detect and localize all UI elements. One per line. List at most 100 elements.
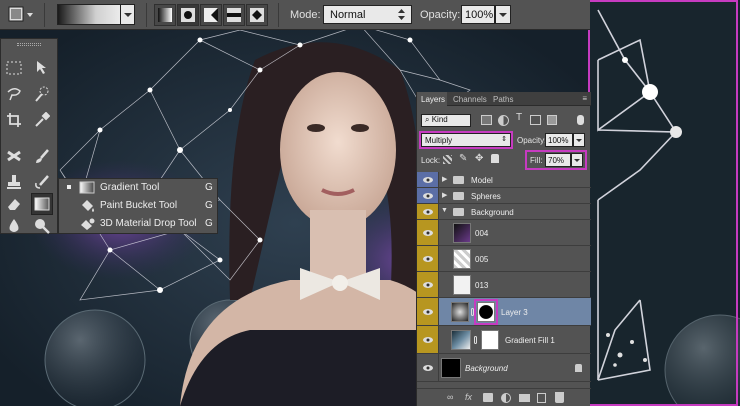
layer-row[interactable]: ▶ Spheres <box>417 188 591 204</box>
options-bar: Mode: Normal Opacity: 100% <box>0 0 590 30</box>
folder-open-icon <box>453 208 464 216</box>
visibility-eye-icon[interactable] <box>417 172 439 187</box>
lock-label: Lock: <box>421 156 441 165</box>
layer-row[interactable]: 005 <box>417 246 591 272</box>
layer-row[interactable]: 013 <box>417 272 591 298</box>
panel-tabs: Layers Channels Paths ≡ <box>417 92 591 106</box>
link-layers-icon[interactable]: ∞ <box>447 392 453 402</box>
layer-row[interactable]: ▶ Model <box>417 172 591 188</box>
separator <box>146 3 147 27</box>
expand-arrow-icon[interactable]: ▶ <box>442 175 447 183</box>
layer-opacity-value: 100% <box>548 136 569 145</box>
flyout-label: Paint Bucket Tool <box>100 200 178 211</box>
tab-channels[interactable]: Channels <box>449 92 489 106</box>
gradient-tool-preset-icon[interactable] <box>6 4 36 25</box>
visibility-eye-icon[interactable] <box>417 188 439 203</box>
gradient-tool-icon <box>79 181 95 193</box>
filter-type-icon[interactable]: T <box>516 112 522 123</box>
layer-style-fx-icon[interactable]: fx <box>465 392 472 402</box>
layer-name: Background <box>471 208 514 217</box>
angle-gradient-button[interactable] <box>200 4 222 26</box>
layer-opacity-input[interactable]: 100% <box>545 133 573 147</box>
radial-gradient-button[interactable] <box>177 4 199 26</box>
quick-selection-tool-icon[interactable] <box>31 83 53 105</box>
eyedropper-tool-icon[interactable] <box>31 109 53 131</box>
layer-name: Gradient Fill 1 <box>505 336 555 345</box>
lock-position-icon[interactable]: ✥ <box>475 153 483 164</box>
brush-tool-icon[interactable] <box>31 145 53 167</box>
opacity-dropdown-button[interactable] <box>495 5 511 24</box>
add-mask-icon[interactable] <box>483 393 493 402</box>
separator <box>278 3 279 27</box>
layer-filter-kind[interactable]: ⌕ Kind <box>421 114 471 127</box>
link-chain-icon[interactable] <box>474 336 477 344</box>
mode-value: Normal <box>330 8 366 21</box>
eraser-tool-icon[interactable] <box>3 193 25 215</box>
lasso-tool-icon[interactable] <box>3 83 25 105</box>
diamond-gradient-button[interactable] <box>246 4 268 26</box>
tab-paths[interactable]: Paths <box>489 92 521 106</box>
filter-adjustment-icon[interactable] <box>498 115 509 126</box>
layer-opacity-dropdown[interactable] <box>573 133 585 147</box>
filter-toggle-icon[interactable] <box>577 115 584 125</box>
layer-row-selected[interactable]: Layer 3 <box>417 298 591 326</box>
tools-panel-grip[interactable] <box>17 43 41 46</box>
move-tool-icon[interactable] <box>31 57 53 79</box>
blur-tool-icon[interactable] <box>3 215 25 237</box>
layer-row[interactable]: ▼ Background <box>417 204 591 220</box>
dodge-tool-icon[interactable] <box>31 215 53 237</box>
gradient-tool-icon[interactable] <box>31 193 53 215</box>
expand-arrow-icon[interactable]: ▶ <box>442 191 447 199</box>
new-layer-icon[interactable] <box>537 393 546 403</box>
filter-smart-object-icon[interactable] <box>547 115 557 125</box>
visibility-eye-icon[interactable] <box>417 220 439 245</box>
layer-row[interactable]: Gradient Fill 1 <box>417 326 591 354</box>
chevron-down-icon <box>499 13 507 17</box>
layer-mask-thumbnail[interactable] <box>481 330 499 350</box>
layer-row[interactable]: Background <box>417 354 591 382</box>
flyout-item-gradient-tool[interactable]: Gradient Tool G <box>59 179 217 196</box>
tab-layers[interactable]: Layers <box>417 92 447 106</box>
adjustment-layer-icon[interactable] <box>501 393 511 403</box>
selected-bullet-icon <box>67 185 71 189</box>
layer-thumbnail <box>453 249 471 269</box>
flyout-item-3d-material-drop-tool[interactable]: 3D Material Drop Tool G <box>59 215 217 232</box>
paint-bucket-icon <box>82 199 94 212</box>
flyout-item-paint-bucket-tool[interactable]: Paint Bucket Tool G <box>59 197 217 214</box>
gradient-tool-flyout: Gradient Tool G Paint Bucket Tool G 3D M… <box>58 178 218 234</box>
filter-shape-icon[interactable] <box>530 115 541 125</box>
layers-panel: Layers Channels Paths ≡ ⌕ Kind T Multipl… <box>416 92 591 406</box>
reflected-gradient-button[interactable] <box>223 4 245 26</box>
mode-select[interactable]: Normal <box>323 5 412 24</box>
layer-name: Model <box>471 176 493 185</box>
filter-pixel-icon[interactable] <box>481 115 492 125</box>
visibility-eye-icon[interactable] <box>417 204 439 219</box>
marquee-tool-icon[interactable] <box>3 57 25 79</box>
lock-transparent-icon[interactable] <box>443 155 452 164</box>
history-brush-tool-icon[interactable] <box>31 171 53 193</box>
layer-row[interactable]: 004 <box>417 220 591 246</box>
filter-kind-value: Kind <box>431 115 448 124</box>
visibility-eye-icon[interactable] <box>417 272 439 297</box>
layer-thumbnail <box>451 302 469 322</box>
linear-gradient-button[interactable] <box>154 4 176 26</box>
visibility-eye-icon[interactable] <box>417 326 439 353</box>
delete-layer-icon[interactable] <box>555 392 564 403</box>
healing-brush-tool-icon[interactable] <box>3 145 25 167</box>
visibility-eye-icon[interactable] <box>417 246 439 271</box>
gradient-picker[interactable] <box>57 4 135 25</box>
lock-all-icon[interactable] <box>491 154 499 163</box>
crop-tool-icon[interactable] <box>3 109 25 131</box>
new-group-icon[interactable] <box>519 394 530 402</box>
lock-pixels-icon[interactable]: ✎ <box>459 153 467 164</box>
clone-stamp-tool-icon[interactable] <box>3 171 25 193</box>
collapse-arrow-icon[interactable]: ▼ <box>441 207 448 214</box>
flyout-shortcut: G <box>205 218 213 229</box>
chevron-down-icon[interactable] <box>120 5 134 24</box>
opacity-input[interactable]: 100% <box>461 5 495 24</box>
visibility-eye-icon[interactable] <box>417 354 439 381</box>
visibility-eye-icon[interactable] <box>417 298 439 325</box>
panel-menu-icon[interactable]: ≡ <box>582 94 587 103</box>
fill-highlight <box>525 150 587 170</box>
blend-mode-highlight <box>419 131 513 149</box>
